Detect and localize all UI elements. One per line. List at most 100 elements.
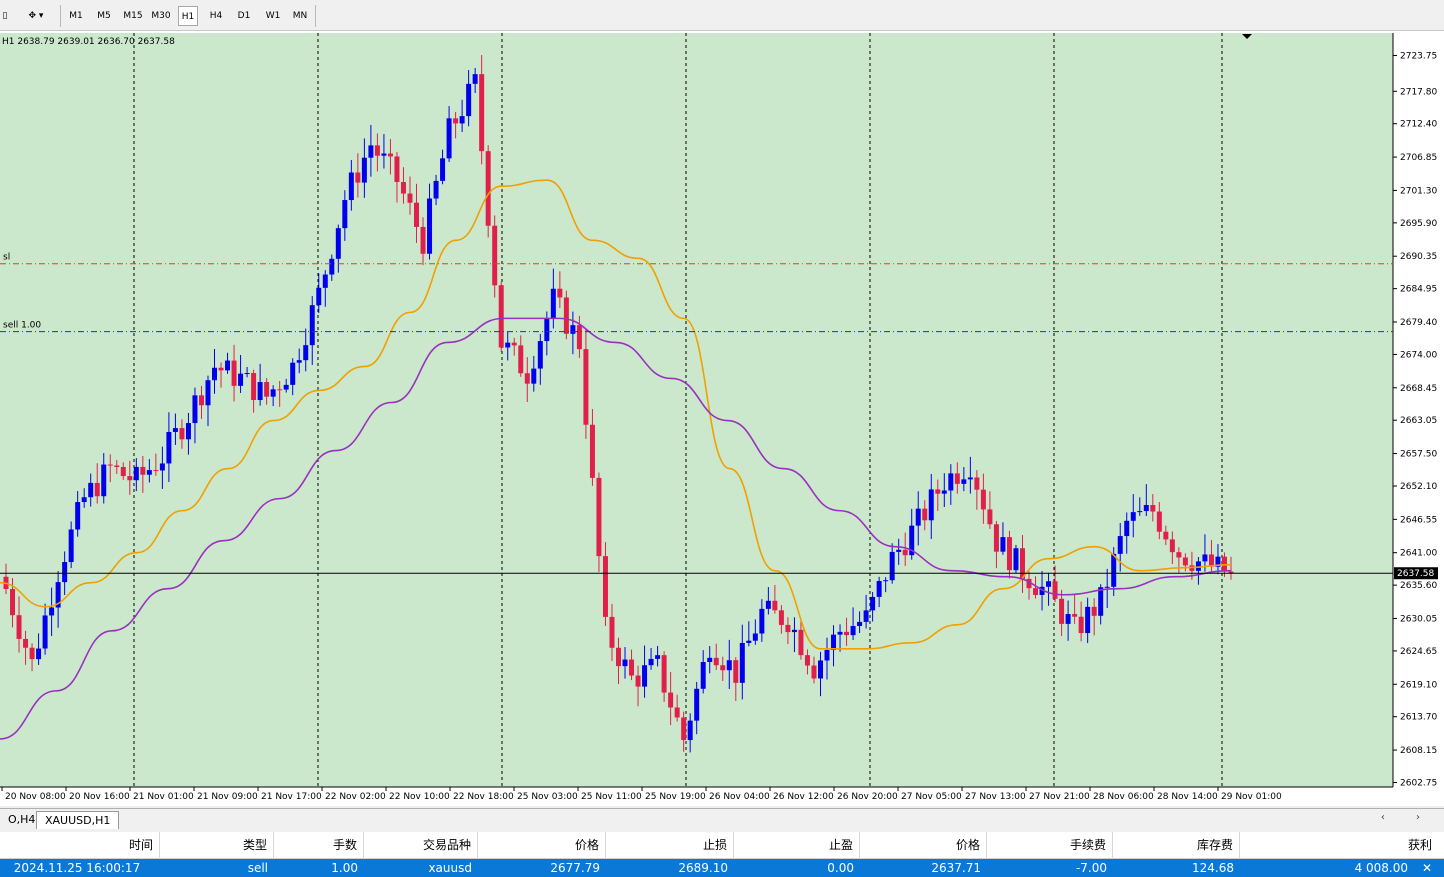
bull-candle [309, 305, 315, 346]
bull-candle [466, 83, 472, 117]
x-tick-label: 22 Nov 10:00 [389, 792, 450, 802]
bull-candle [570, 325, 576, 334]
bear-candle [518, 345, 524, 374]
terminal-column-header[interactable]: 止盈 [734, 832, 860, 859]
tab-xauusd-h1[interactable]: XAUUSD,H1 [36, 811, 120, 829]
bear-candle [511, 342, 517, 346]
bear-candle [479, 74, 485, 152]
bull-candle [967, 477, 973, 480]
timeframe-m30-button[interactable]: M30 [150, 6, 172, 26]
bull-candle [42, 615, 48, 649]
bear-candle [407, 193, 413, 203]
price-chart[interactable]: 2723.75 2717.80 2712.40 2706.85 2701.30 2695.… [0, 31, 1444, 806]
bear-candle [374, 145, 380, 156]
bear-candle [720, 665, 726, 671]
x-tick-label: 21 Nov 17:00 [261, 792, 322, 802]
bear-candle [674, 707, 680, 718]
bull-candle [440, 158, 446, 181]
x-tick-label: 26 Nov 04:00 [709, 792, 770, 802]
y-tick-label: 2619.10 [1400, 680, 1437, 690]
timeframe-w1-button[interactable]: W1 [262, 6, 284, 26]
terminal-column-header[interactable]: 手续费 [987, 832, 1113, 859]
bear-candle [400, 181, 406, 194]
table-row[interactable]: ✕ 2024.11.25 16:00:17 sell 1.00 xauusd 2677.… [0, 859, 1444, 877]
bull-candle [817, 660, 823, 679]
y-tick-label: 2690.35 [1400, 252, 1437, 262]
bull-candle [368, 145, 374, 158]
timeframe-d1-button[interactable]: D1 [234, 6, 254, 26]
bull-candle [185, 423, 191, 440]
terminal-cell: 1.00 [331, 861, 358, 875]
bear-candle [785, 624, 791, 633]
bull-candle [928, 489, 934, 521]
bear-candle [107, 464, 113, 466]
bull-candle [824, 650, 830, 661]
y-tick-label: 2613.70 [1400, 713, 1437, 723]
bull-candle [791, 629, 797, 633]
x-tick-label: 22 Nov 18:00 [453, 792, 514, 802]
terminal-column-header[interactable]: 类型 [160, 832, 274, 859]
bear-candle [902, 549, 908, 556]
bear-candle [635, 675, 641, 687]
y-tick-label: 2668.45 [1400, 384, 1437, 394]
timeframe-mn-button[interactable]: MN [290, 6, 310, 26]
x-tick-label: 26 Nov 12:00 [773, 792, 834, 802]
bull-candle [296, 360, 302, 363]
terminal-column-header[interactable]: 时间 [0, 832, 160, 859]
terminal-column-header[interactable]: 库存费 [1113, 832, 1240, 859]
bull-candle [159, 463, 165, 471]
x-tick-label: 28 Nov 06:00 [1093, 792, 1154, 802]
bull-candle [694, 688, 700, 721]
terminal-column-header[interactable]: 获利 [1240, 832, 1438, 859]
chart-icon[interactable]: ▯ [0, 6, 10, 26]
x-tick-label: 21 Nov 01:00 [133, 792, 194, 802]
bull-candle [172, 428, 178, 432]
draw-tools-icon[interactable]: ✥ ▾ [20, 6, 52, 26]
bull-candle [316, 287, 322, 306]
bull-candle [75, 502, 81, 530]
bull-candle [622, 659, 628, 667]
bear-candle [772, 600, 778, 611]
tab-scroll-arrows[interactable]: ‹ › [1381, 812, 1434, 823]
y-tick-label: 2608.15 [1400, 746, 1437, 756]
bull-candle [759, 608, 765, 634]
x-tick-label: 20 Nov 16:00 [69, 792, 130, 802]
bear-candle [596, 477, 602, 557]
bull-candle [381, 153, 387, 156]
timeframe-m5-button[interactable]: M5 [94, 6, 114, 26]
bull-candle [283, 384, 289, 390]
bear-candle [231, 360, 237, 386]
terminal-cell: 0.00 [827, 861, 854, 875]
terminal-column-header[interactable]: 手数 [274, 832, 364, 859]
y-tick-label: 2674.00 [1400, 350, 1437, 360]
x-tick-label: 29 Nov 01:00 [1221, 792, 1282, 802]
bear-candle [922, 508, 928, 521]
bull-candle [342, 200, 348, 229]
bull-candle [244, 373, 250, 375]
chart-background [0, 33, 1393, 787]
terminal-column-header[interactable]: 交易品种 [364, 832, 478, 859]
bear-candle [681, 717, 687, 741]
timeframe-m1-button[interactable]: M1 [66, 6, 86, 26]
bull-candle [238, 373, 244, 386]
timeframe-m15-button[interactable]: M15 [122, 6, 144, 26]
bull-candle [1117, 536, 1123, 554]
x-tick-label: 22 Nov 02:00 [325, 792, 386, 802]
bear-candle [1176, 552, 1182, 558]
toolbar-separator [60, 5, 61, 27]
terminal-column-header[interactable]: 止损 [606, 832, 734, 859]
timeframe-h4-button[interactable]: H4 [206, 6, 226, 26]
bull-candle [1000, 537, 1006, 552]
timeframe-h1-button[interactable]: H1 [178, 6, 198, 26]
bull-candle [961, 479, 967, 484]
x-tick-label: 25 Nov 11:00 [581, 792, 642, 802]
terminal-column-header[interactable]: 价格 [478, 832, 606, 859]
bull-candle [531, 368, 537, 384]
terminal-column-header[interactable]: 价格 [860, 832, 987, 859]
candlestick-chart[interactable]: 2723.75 2717.80 2712.40 2706.85 2701.30 2695.… [0, 31, 1444, 806]
bear-candle [576, 325, 582, 350]
ohlc-header: H1 2638.79 2639.01 2636.70 2637.58 [2, 37, 175, 47]
bull-candle [642, 665, 648, 687]
x-tick-label: 20 Nov 08:00 [5, 792, 66, 802]
bear-candle [387, 153, 393, 157]
